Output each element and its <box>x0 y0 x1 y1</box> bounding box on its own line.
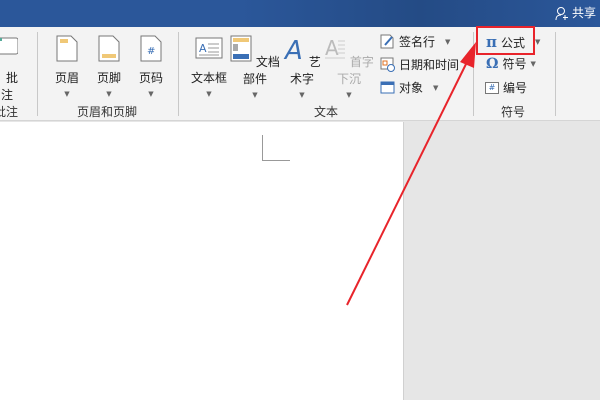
annotation-arrow <box>346 42 476 306</box>
